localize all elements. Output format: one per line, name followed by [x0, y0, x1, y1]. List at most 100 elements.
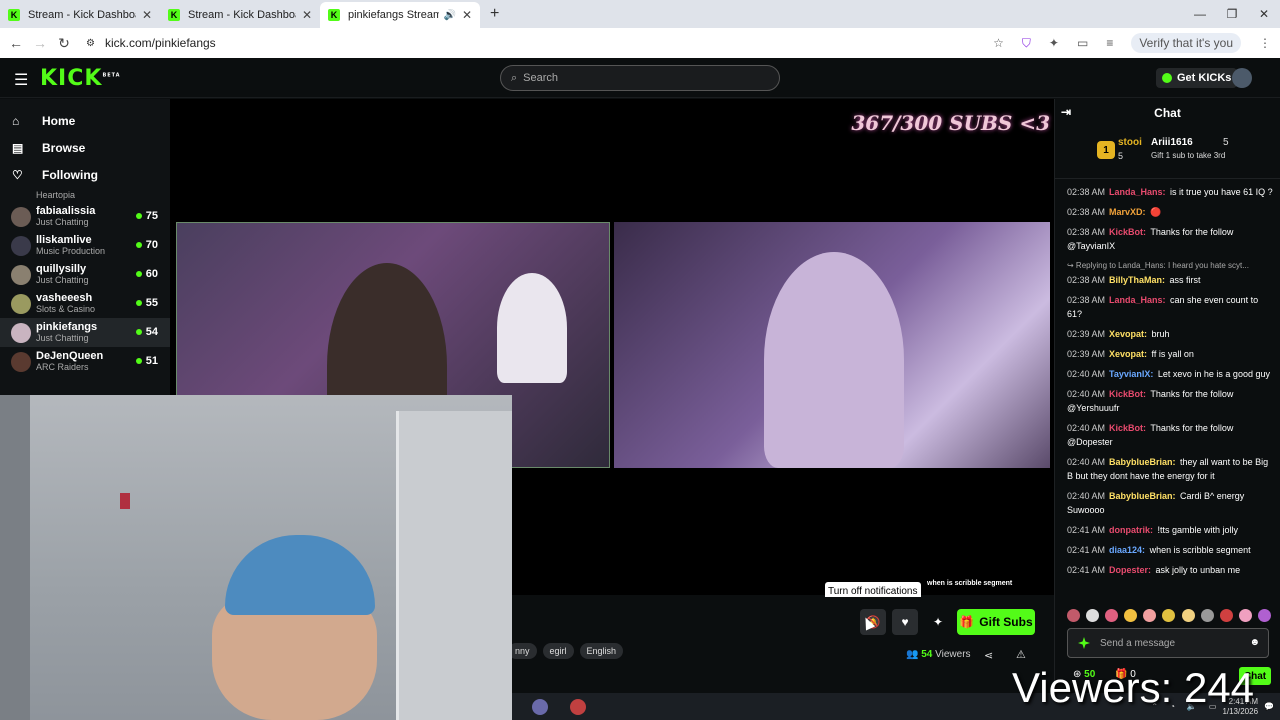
channel-avatar — [11, 206, 31, 227]
channel-viewer-count: 60 — [136, 268, 158, 280]
follow-heart-button[interactable]: ♥ — [892, 609, 918, 635]
sidebar-item-following[interactable]: ♡ Following — [0, 161, 170, 188]
emoji-picker-icon[interactable]: ☻ — [1249, 637, 1260, 648]
bookmark-star-icon[interactable]: ☆ — [993, 36, 1004, 50]
menu-dots-icon[interactable]: ⋮ — [1259, 36, 1271, 50]
close-window-button[interactable]: ✕ — [1248, 0, 1280, 28]
message-time: 02:40 AM — [1067, 491, 1106, 501]
heart-icon: ♥ — [901, 615, 909, 629]
close-tab-icon[interactable]: ✕ — [462, 8, 472, 22]
tag[interactable]: egirl — [542, 643, 574, 659]
taskbar-app-icon[interactable] — [570, 698, 586, 715]
channel-viewer-count: 70 — [136, 239, 158, 251]
speaker-icon[interactable]: 🔊 — [443, 10, 455, 21]
browser-tab[interactable]: K Stream - Kick Dashboard ✕ — [160, 2, 320, 28]
emote-icon[interactable] — [1086, 609, 1100, 622]
get-kicks-button[interactable]: Get KICKs — [1156, 68, 1238, 88]
site-info-icon[interactable]: ⚙ — [86, 38, 95, 49]
cast-icon[interactable]: ▭ — [1077, 36, 1088, 50]
message-username[interactable]: BabyblueBrian: — [1109, 457, 1176, 467]
sidebar-channel-selected[interactable]: pinkiefangs Just Chatting 54 — [0, 318, 170, 347]
message-username[interactable]: diaa124: — [1109, 545, 1145, 555]
emote-icon[interactable] — [1238, 609, 1252, 622]
back-icon[interactable]: ← — [4, 35, 28, 51]
sidebar-channel[interactable]: quillysilly Just Chatting 60 — [0, 260, 170, 289]
search-input[interactable]: ⌕ Search — [500, 65, 780, 91]
tag[interactable]: nny — [508, 643, 537, 659]
viewers-icon: 👥 — [906, 649, 922, 660]
verify-profile-button[interactable]: Verify that it's you — [1131, 33, 1241, 53]
leader-username[interactable]: stooi — [1118, 137, 1142, 148]
notification-icon[interactable]: 💬 — [1264, 702, 1274, 711]
leader-count: 5 — [1223, 137, 1229, 148]
url-field[interactable]: ⚙ kick.com/pinkiefangs — [78, 31, 1028, 55]
channel-category: Music Production — [36, 246, 106, 256]
gift-subs-button[interactable]: 🎁 Gift Subs — [957, 609, 1035, 635]
emote-icon[interactable] — [1181, 609, 1195, 622]
taskbar-app-icon[interactable] — [532, 698, 548, 715]
sidebar-channel[interactable]: DeJenQueen ARC Raiders 51 — [0, 347, 170, 376]
leader-username[interactable]: Ariii1616 — [1151, 137, 1193, 148]
message-username[interactable]: KickBot: — [1109, 423, 1146, 433]
emote-icon[interactable] — [1200, 609, 1214, 622]
emote-icon[interactable] — [1124, 609, 1138, 622]
restore-button[interactable]: ❐ — [1216, 0, 1248, 28]
viewers-overlay-text: Viewers: 244 — [1012, 664, 1255, 711]
reload-icon[interactable]: ↻ — [52, 35, 76, 52]
gift-hint: Gift 1 sub to take 3rd — [1151, 151, 1226, 160]
tag[interactable]: English — [579, 643, 624, 659]
channel-name: lliskamlive — [36, 234, 92, 246]
collapse-chat-icon[interactable]: ⇥ — [1061, 105, 1071, 119]
channel-viewer-count: 51 — [136, 355, 158, 367]
stream-camera-right — [614, 222, 1050, 468]
message-username[interactable]: Xevopat: — [1109, 349, 1147, 359]
message-username[interactable]: Landa_Hans: — [1109, 187, 1166, 197]
chat-message: 02:38 AM MarvXD: 🔴 — [1067, 205, 1274, 219]
message-username[interactable]: BillyThaMan: — [1109, 275, 1165, 285]
message-username[interactable]: KickBot: — [1109, 389, 1146, 399]
close-tab-icon[interactable]: ✕ — [302, 8, 312, 22]
emote-icon[interactable] — [1219, 609, 1233, 622]
sidebar-channel[interactable]: lliskamlive Music Production 70 — [0, 231, 170, 260]
extension-shield-icon[interactable]: ⛉ — [1022, 36, 1031, 51]
minimize-button[interactable]: — — [1184, 0, 1216, 28]
logo-text: KICK — [40, 66, 103, 91]
emote-icon[interactable] — [1105, 609, 1119, 622]
new-tab-button[interactable]: + — [490, 5, 499, 23]
sparkle-button[interactable]: ✦ — [925, 609, 951, 635]
facecam-overlay — [0, 395, 512, 720]
media-icon[interactable]: ≡ — [1106, 36, 1113, 50]
message-username[interactable]: Landa_Hans: — [1109, 295, 1166, 305]
kick-logo[interactable]: KICKBETA — [40, 66, 121, 91]
channel-avatar — [11, 264, 31, 285]
emote-icon[interactable] — [1067, 609, 1080, 622]
chat-message: 02:41 AM donpatrik: !tts gamble with joll… — [1067, 523, 1274, 537]
message-username[interactable]: BabyblueBrian: — [1109, 491, 1176, 501]
message-username[interactable]: donpatrik: — [1109, 525, 1153, 535]
hamburger-menu-icon[interactable]: ☰ — [14, 70, 28, 90]
report-warning-icon[interactable]: ⚠ — [1016, 648, 1026, 661]
sidebar-item-home[interactable]: ⌂ Home — [0, 107, 170, 134]
user-avatar[interactable] — [1232, 68, 1252, 88]
emote-icon[interactable] — [1143, 609, 1157, 622]
extensions-icon[interactable]: ✦ — [1049, 36, 1059, 50]
message-username[interactable]: KickBot: — [1109, 227, 1146, 237]
browser-tab[interactable]: K Stream - Kick Dashboard ✕ — [0, 2, 160, 28]
sidebar-channel[interactable]: vasheeesh Slots & Casino 55 — [0, 289, 170, 318]
message-text: bruh — [1149, 329, 1170, 339]
chat-message-input[interactable]: Send a message ☻ — [1067, 628, 1269, 658]
search-icon: ⌕ — [511, 71, 518, 84]
forward-icon[interactable]: → — [28, 35, 52, 51]
share-icon[interactable]: ⋖ — [984, 649, 993, 662]
emote-icon[interactable] — [1162, 609, 1176, 622]
message-username[interactable]: MarvXD: — [1109, 207, 1146, 217]
kicks-coin-icon — [1162, 73, 1172, 83]
message-username[interactable]: TayvianIX: — [1109, 369, 1153, 379]
message-username[interactable]: Dopester: — [1109, 565, 1151, 575]
message-username[interactable]: Xevopat: — [1109, 329, 1147, 339]
close-tab-icon[interactable]: ✕ — [142, 8, 152, 22]
emote-icon[interactable] — [1257, 609, 1271, 622]
sidebar-item-browse[interactable]: ▤ Browse — [0, 134, 170, 161]
browser-tab-active[interactable]: K pinkiefangs Stream - Watch 🔊 ✕ — [320, 2, 480, 28]
sidebar-channel[interactable]: fabiaalissia Just Chatting 75 — [0, 202, 170, 231]
